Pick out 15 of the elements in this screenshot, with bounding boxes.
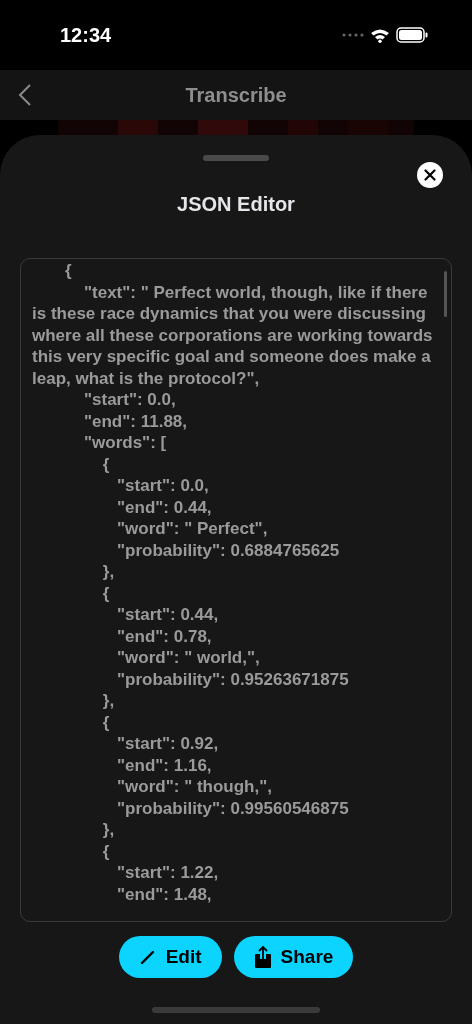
share-icon [253,945,272,969]
battery-icon [396,27,428,43]
close-button[interactable] [417,162,443,188]
scrollbar [444,271,447,317]
pencil-icon [138,948,157,966]
edit-button[interactable]: Edit [118,936,222,978]
close-icon [424,169,436,181]
sheet-title: JSON Editor [177,192,295,217]
back-icon [18,83,32,107]
status-time: 12:34 [60,23,112,48]
share-button[interactable]: Share [233,936,354,978]
signal-icon [342,33,364,37]
nav-title: Transcribe [185,83,287,108]
wifi-icon [370,27,390,43]
json-text-area[interactable]: { "text": " Perfect world, though, like if there is these race dynamics that you were discussing where all these corporations are working towards this very specific goal and someone does make a leap, what is the protocol?", "start": 0.0, "end": 11.88, "words": [ { "start": 0.0, "end": 0.44, "word": " Perfect", "probability": 0.6884765625 }, { "start": 0.44, "end": 0.78, "word": " world,", "probability": 0.95263671875 }, { "start": 0.92, "end": 1.16, "word": " though,", "probability": 0.99560546875 }, { "start": 1.22, "end": 1.48, [20,258,452,922]
